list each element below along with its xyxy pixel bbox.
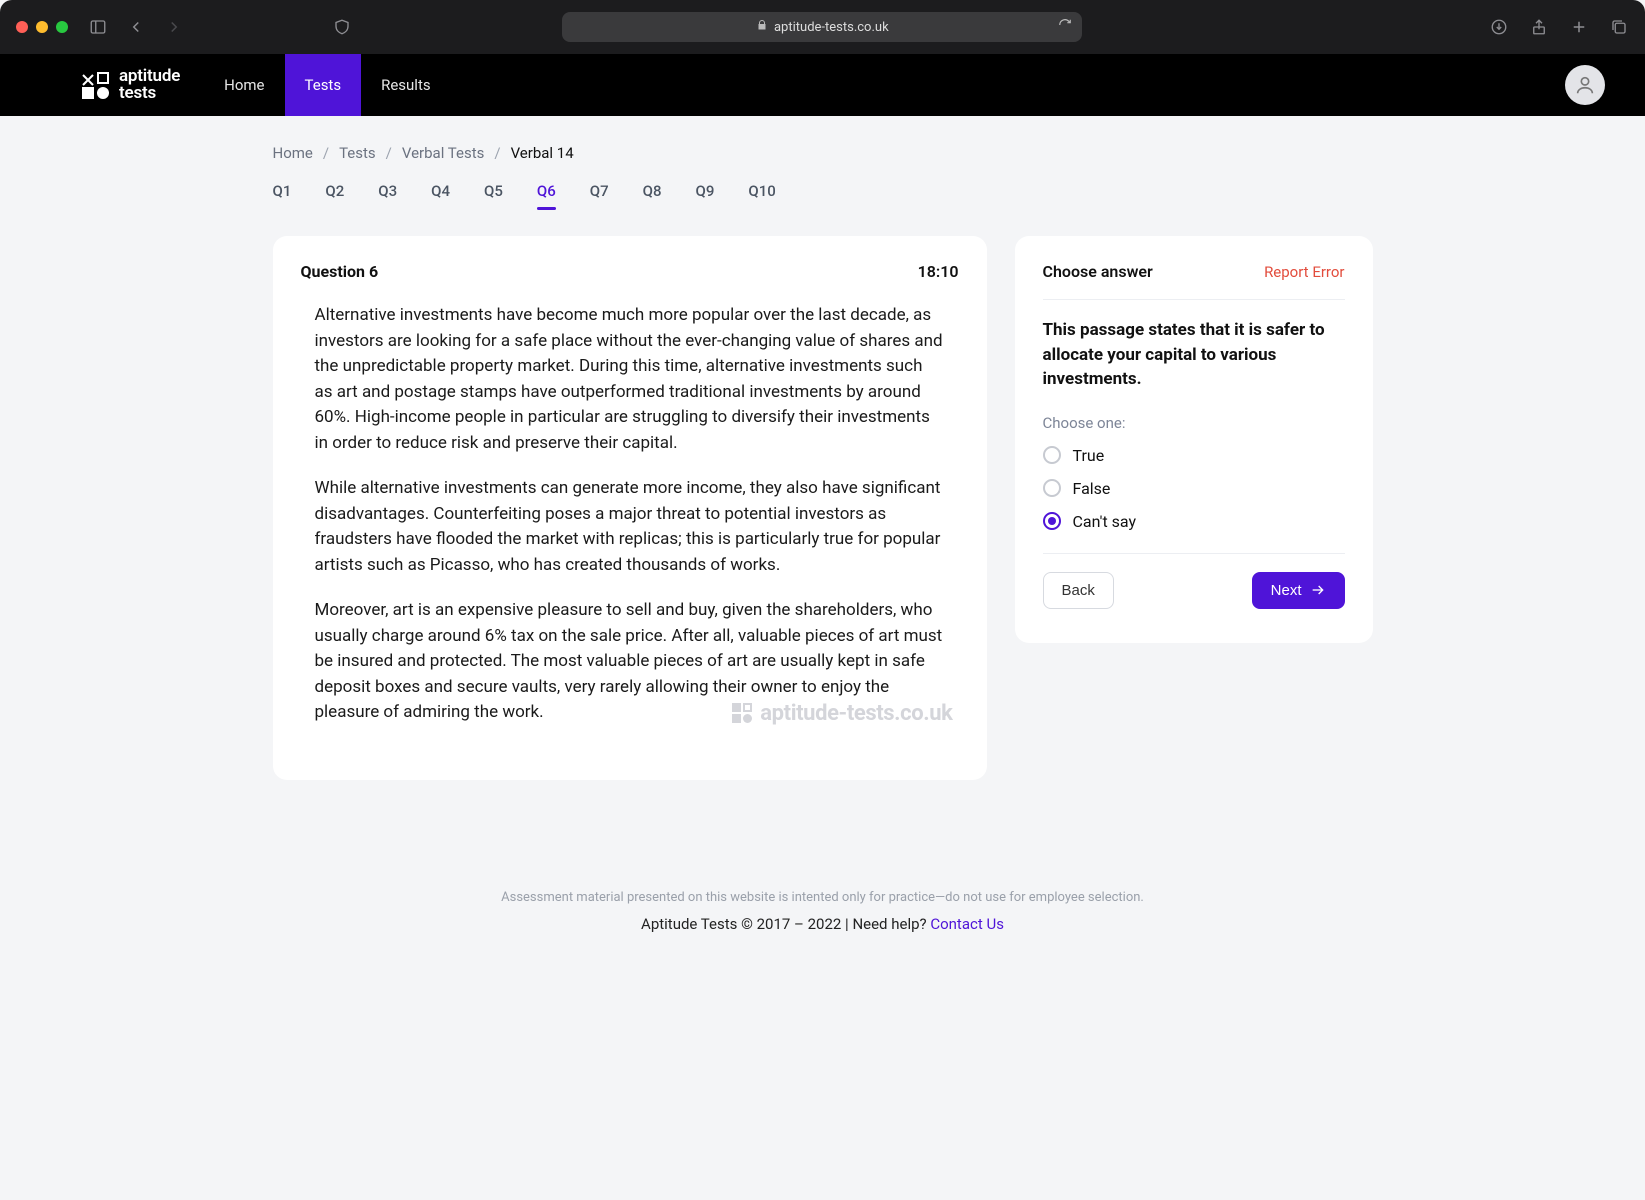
back-button[interactable]: Back <box>1043 572 1114 609</box>
footer-disclaimer: Assessment material presented on this we… <box>273 890 1373 905</box>
back-icon[interactable] <box>126 17 146 37</box>
main-nav: Home Tests Results <box>204 54 450 116</box>
shield-icon[interactable] <box>332 17 352 37</box>
window-controls <box>16 21 68 33</box>
qnav-q8[interactable]: Q8 <box>643 182 662 210</box>
user-icon <box>1574 74 1596 96</box>
answer-card: Choose answer Report Error This passage … <box>1015 236 1373 643</box>
window-zoom-button[interactable] <box>56 21 68 33</box>
qnav-q10[interactable]: Q10 <box>748 182 775 210</box>
report-error-link[interactable]: Report Error <box>1264 263 1344 281</box>
downloads-icon[interactable] <box>1489 17 1509 37</box>
nav-tests[interactable]: Tests <box>285 54 362 116</box>
forward-icon[interactable] <box>164 17 184 37</box>
watermark: aptitude-tests.co.uk <box>732 697 952 730</box>
site-header: aptitudetests Home Tests Results <box>0 54 1645 116</box>
arrow-right-icon <box>1310 582 1326 598</box>
question-prompt: This passage states that it is safer to … <box>1043 318 1345 392</box>
breadcrumb: Home / Tests / Verbal Tests / Verbal 14 <box>273 144 1373 162</box>
browser-chrome: aptitude-tests.co.uk <box>0 0 1645 54</box>
answer-title: Choose answer <box>1043 262 1153 281</box>
option-false[interactable]: False <box>1043 479 1345 498</box>
logo-text: aptitudetests <box>119 68 180 102</box>
nav-results[interactable]: Results <box>361 54 451 116</box>
share-icon[interactable] <box>1529 17 1549 37</box>
avatar[interactable] <box>1565 65 1605 105</box>
window-minimize-button[interactable] <box>36 21 48 33</box>
options-group: True False Can't say <box>1043 446 1345 531</box>
question-label: Question 6 <box>301 262 379 281</box>
passage-paragraph: Alternative investments have become much… <box>315 303 945 456</box>
address-bar-url: aptitude-tests.co.uk <box>774 20 889 35</box>
option-label: True <box>1073 446 1105 465</box>
qnav-q6[interactable]: Q6 <box>537 182 556 210</box>
next-button[interactable]: Next <box>1252 572 1345 609</box>
footer-copyright: Aptitude Tests © 2017 – 2022 | Need help… <box>273 915 1373 933</box>
nav-home[interactable]: Home <box>204 54 284 116</box>
new-tab-icon[interactable] <box>1569 17 1589 37</box>
option-label: Can't say <box>1073 512 1137 531</box>
footer: Assessment material presented on this we… <box>273 890 1373 957</box>
option-cant-say[interactable]: Can't say <box>1043 512 1345 531</box>
qnav-q5[interactable]: Q5 <box>484 182 503 210</box>
breadcrumb-home[interactable]: Home <box>273 144 313 162</box>
tabs-overview-icon[interactable] <box>1609 17 1629 37</box>
option-true[interactable]: True <box>1043 446 1345 465</box>
question-nav: Q1 Q2 Q3 Q4 Q5 Q6 Q7 Q8 Q9 Q10 <box>273 182 1373 210</box>
qnav-q7[interactable]: Q7 <box>590 182 609 210</box>
qnav-q9[interactable]: Q9 <box>696 182 715 210</box>
passage-paragraph: While alternative investments can genera… <box>315 476 945 578</box>
passage-card: Question 6 18:10 Alternative investments… <box>273 236 987 780</box>
qnav-q2[interactable]: Q2 <box>325 182 344 210</box>
window-close-button[interactable] <box>16 21 28 33</box>
radio-icon <box>1043 512 1061 530</box>
breadcrumb-verbal[interactable]: Verbal Tests <box>402 144 485 162</box>
qnav-q4[interactable]: Q4 <box>431 182 450 210</box>
timer: 18:10 <box>918 262 959 281</box>
site-logo[interactable]: aptitudetests <box>82 54 180 116</box>
lock-icon <box>756 19 768 35</box>
passage-body: Alternative investments have become much… <box>301 303 959 726</box>
sidebar-toggle-icon[interactable] <box>88 17 108 37</box>
reload-icon[interactable] <box>1058 18 1072 36</box>
logo-glyph-icon <box>82 72 109 99</box>
radio-icon <box>1043 446 1061 464</box>
contact-link[interactable]: Contact Us <box>930 915 1004 933</box>
choose-one-label: Choose one: <box>1043 414 1345 432</box>
qnav-q3[interactable]: Q3 <box>378 182 397 210</box>
breadcrumb-current: Verbal 14 <box>511 144 574 162</box>
qnav-q1[interactable]: Q1 <box>273 182 292 210</box>
radio-icon <box>1043 479 1061 497</box>
breadcrumb-tests[interactable]: Tests <box>339 144 376 162</box>
address-bar[interactable]: aptitude-tests.co.uk <box>562 12 1082 42</box>
option-label: False <box>1073 479 1111 498</box>
